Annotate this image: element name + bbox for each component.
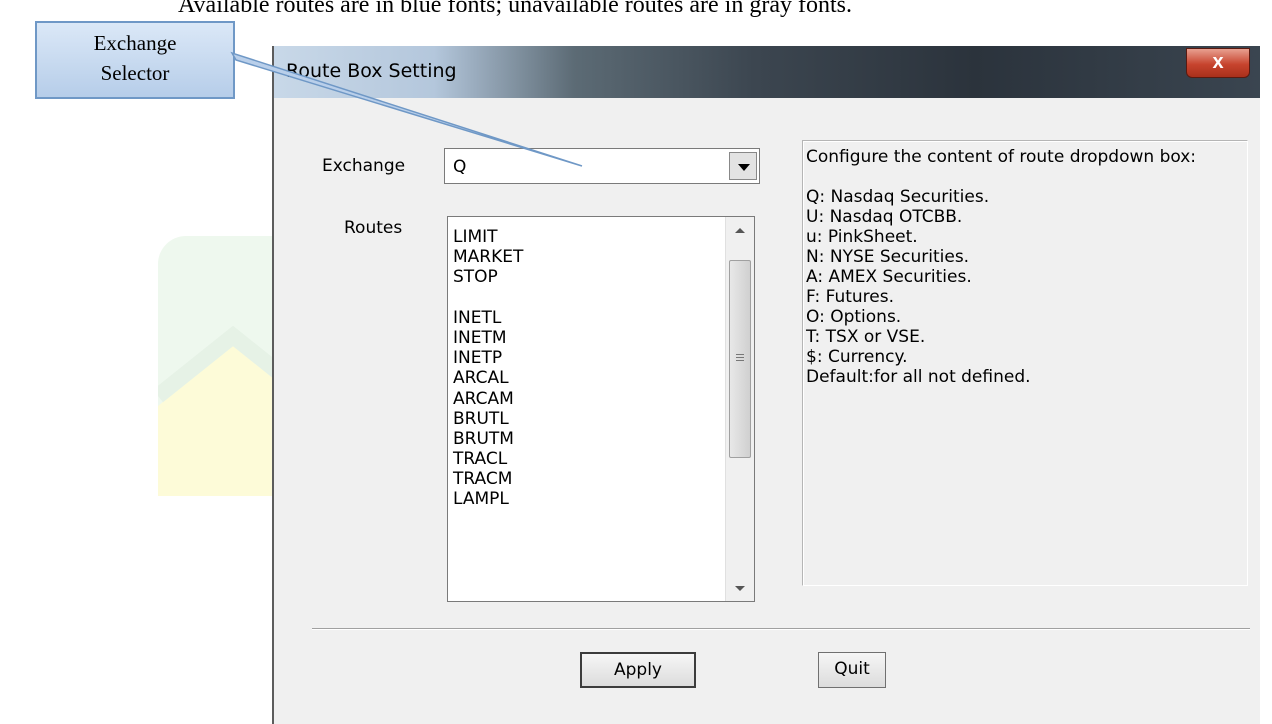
close-button[interactable]: x bbox=[1186, 48, 1250, 78]
list-item[interactable]: ARCAM bbox=[453, 389, 523, 409]
description-line bbox=[806, 167, 1247, 187]
caption-text: Available routes are in blue fonts; unav… bbox=[178, 0, 852, 18]
scroll-down-icon[interactable] bbox=[726, 575, 754, 601]
description-line: T: TSX or VSE. bbox=[806, 327, 926, 347]
list-item[interactable]: LAMPL bbox=[453, 489, 523, 509]
list-item[interactable]: TRACL bbox=[453, 449, 523, 469]
exchange-label: Exchange bbox=[322, 156, 406, 176]
dialog-title: Route Box Setting bbox=[286, 60, 457, 82]
exchange-select[interactable]: Q bbox=[444, 148, 760, 184]
description-line: N: NYSE Securities. bbox=[806, 247, 970, 267]
callout-line-1: Exchange bbox=[93, 31, 177, 55]
description-line: $: Currency. bbox=[806, 347, 908, 367]
description-line: u: PinkSheet. bbox=[806, 227, 918, 247]
exchange-selector-callout: Exchange Selector bbox=[35, 21, 235, 99]
routes-scrollbar[interactable] bbox=[725, 217, 754, 601]
callout-line-2: Selector bbox=[100, 61, 170, 85]
list-item[interactable]: INETP bbox=[453, 348, 523, 368]
scroll-thumb[interactable] bbox=[729, 260, 751, 458]
list-item[interactable]: MARKET bbox=[453, 247, 523, 267]
description-box: Configure the content of route dropdown … bbox=[802, 140, 1248, 586]
routes-list: LIMIT MARKET STOP INETL INETM INETP ARCAL ARCAM… bbox=[453, 227, 523, 510]
grip-icon bbox=[736, 354, 744, 355]
exchange-select-value: Q bbox=[453, 157, 467, 177]
quit-button[interactable]: Quit bbox=[818, 652, 886, 688]
scroll-up-icon[interactable] bbox=[726, 217, 754, 243]
description-line: O: Options. bbox=[806, 307, 902, 327]
list-item[interactable]: BRUTM bbox=[453, 429, 523, 449]
routes-listbox[interactable]: LIMIT MARKET STOP INETL INETM INETP ARCAL ARCAM… bbox=[447, 216, 755, 602]
apply-button[interactable]: Apply bbox=[580, 652, 696, 688]
routes-label: Routes bbox=[344, 218, 403, 238]
description-line: Q: Nasdaq Securities. bbox=[806, 187, 990, 207]
description-line: F: Futures. bbox=[806, 287, 894, 307]
list-item[interactable]: TRACM bbox=[453, 469, 523, 489]
close-icon: x bbox=[1212, 51, 1224, 73]
chevron-down-icon[interactable] bbox=[729, 152, 757, 180]
separator bbox=[312, 628, 1250, 630]
list-item[interactable]: LIMIT bbox=[453, 227, 523, 247]
list-item[interactable]: ARCAL bbox=[453, 368, 523, 388]
list-item[interactable]: INETM bbox=[453, 328, 523, 348]
description-line: U: Nasdaq OTCBB. bbox=[806, 207, 963, 227]
description-line: A: AMEX Securities. bbox=[806, 267, 972, 287]
list-item[interactable]: BRUTL bbox=[453, 409, 523, 429]
description-line: Configure the content of route dropdown … bbox=[806, 147, 1197, 167]
route-box-setting-dialog: Route Box Setting x Exchange Q Routes LI… bbox=[272, 46, 1260, 724]
title-bar[interactable]: Route Box Setting x bbox=[274, 46, 1260, 98]
list-item[interactable]: INETL bbox=[453, 308, 523, 328]
description-line: Default:for all not defined. bbox=[806, 367, 1031, 387]
list-item[interactable]: STOP bbox=[453, 267, 523, 287]
list-item[interactable] bbox=[453, 288, 523, 308]
